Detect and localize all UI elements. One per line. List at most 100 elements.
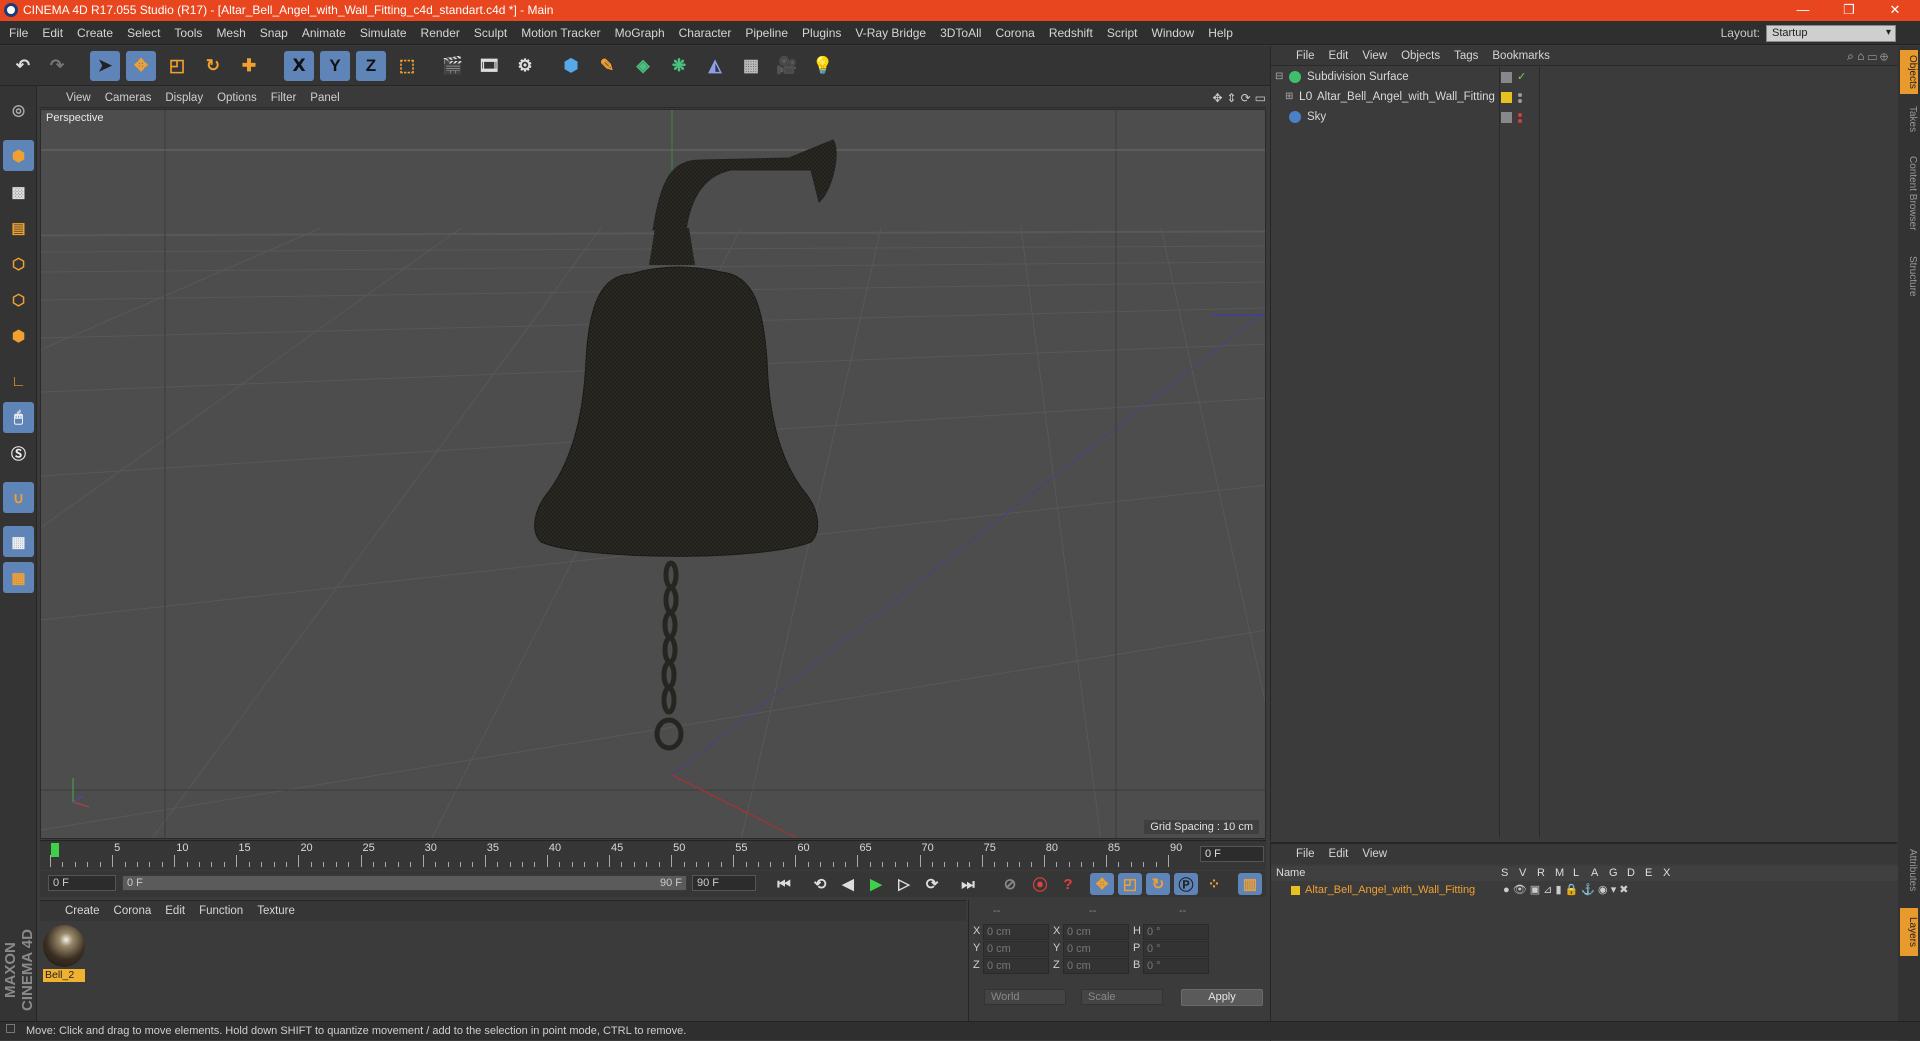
make-editable-icon[interactable]: ◎: [3, 94, 34, 125]
material-menu-texture[interactable]: Texture: [250, 901, 302, 921]
keyframe-selection-icon[interactable]: ?: [1056, 873, 1080, 895]
search-icon[interactable]: ⌕ ⌂ ▭ ⊕: [1847, 49, 1888, 64]
object-menu-objects[interactable]: Objects: [1394, 46, 1447, 66]
floor-scene-icon[interactable]: ▦: [736, 51, 766, 81]
object-menu-tags[interactable]: Tags: [1447, 46, 1485, 66]
coordinate-value-field[interactable]: 0 °: [1143, 958, 1209, 974]
start-frame-field[interactable]: 0 F: [48, 875, 116, 891]
polygons-mode-icon[interactable]: ⬢: [3, 320, 34, 351]
layer-column-a[interactable]: A: [1591, 867, 1598, 879]
autokey-icon[interactable]: ⦿: [1028, 873, 1052, 895]
workplane-rotate-icon[interactable]: ▦: [3, 562, 34, 593]
material-menu-function[interactable]: Function: [192, 901, 250, 921]
coordinate-value-field[interactable]: 0 cm: [983, 941, 1049, 957]
tab-objects[interactable]: Objects: [1900, 50, 1918, 94]
layer-column-m[interactable]: M: [1555, 867, 1564, 879]
menu-plugins[interactable]: Plugins: [795, 21, 848, 45]
next-key-icon[interactable]: ⟳: [920, 873, 944, 895]
menu-edit[interactable]: Edit: [35, 21, 70, 45]
workplane-mode-icon[interactable]: ▤: [3, 212, 34, 243]
y-axis-lock-icon[interactable]: Y: [320, 51, 350, 81]
scale-tool-icon[interactable]: ◰: [162, 51, 192, 81]
texture-mode-icon[interactable]: ▩: [3, 176, 34, 207]
layer-column-x[interactable]: X: [1663, 867, 1670, 879]
key-rotation-icon[interactable]: ↻: [1146, 873, 1170, 895]
coordinate-value-field[interactable]: 0 cm: [1063, 958, 1129, 974]
object-row-altar-bell[interactable]: ⊞ L0 Altar_Bell_Angel_with_Wall_Fitting: [1271, 88, 1899, 107]
menu-script[interactable]: Script: [1100, 21, 1145, 45]
tab-content-browser[interactable]: Content Browser: [1900, 144, 1918, 242]
material-menu-create[interactable]: Create: [58, 901, 107, 921]
viewport-menu-filter[interactable]: Filter: [264, 88, 304, 108]
workplane-lock-icon[interactable]: ▦: [3, 526, 34, 557]
layer-color-swatch[interactable]: [1291, 886, 1300, 895]
layer-column-e[interactable]: E: [1645, 867, 1652, 879]
layer-row[interactable]: Altar_Bell_Angel_with_Wall_Fitting ● 👁 ▣…: [1271, 883, 1898, 899]
axis-mode-icon[interactable]: ∟: [3, 366, 34, 397]
coordinate-value-field[interactable]: 0 °: [1143, 941, 1209, 957]
viewport-menu-cameras[interactable]: Cameras: [98, 88, 159, 108]
menu-corona[interactable]: Corona: [988, 21, 1041, 45]
key-position-icon[interactable]: ✥: [1090, 873, 1114, 895]
menu-snap[interactable]: Snap: [253, 21, 295, 45]
play-icon[interactable]: ▶: [864, 873, 888, 895]
tab-takes[interactable]: Takes: [1900, 100, 1918, 138]
rotate-view-icon[interactable]: ⟳: [1241, 91, 1251, 105]
menu-tools[interactable]: Tools: [167, 21, 209, 45]
material-menu-edit[interactable]: Edit: [158, 901, 192, 921]
move-tool-icon[interactable]: ✥: [126, 51, 156, 81]
menu-select[interactable]: Select: [120, 21, 167, 45]
coordinate-value-field[interactable]: 0 °: [1143, 924, 1209, 940]
coordinate-space-dropdown[interactable]: World: [984, 989, 1066, 1005]
next-frame-icon[interactable]: ▷: [892, 873, 916, 895]
menu-mesh[interactable]: Mesh: [209, 21, 252, 45]
layer-menu-edit[interactable]: Edit: [1322, 844, 1356, 864]
render-to-picture-viewer-icon[interactable]: 🎞: [474, 51, 504, 81]
toggle-view-icon[interactable]: ▭: [1255, 91, 1266, 105]
menu-file[interactable]: File: [2, 21, 35, 45]
layer-menu-view[interactable]: View: [1355, 844, 1394, 864]
undo-icon[interactable]: ↶: [8, 51, 38, 81]
current-frame-field[interactable]: 0 F: [1200, 846, 1264, 862]
menu-simulate[interactable]: Simulate: [353, 21, 414, 45]
maximize-button[interactable]: ❐: [1826, 0, 1872, 21]
layer-column-s[interactable]: S: [1501, 867, 1508, 879]
layer-column-r[interactable]: R: [1537, 867, 1545, 879]
tweak-mode-icon[interactable]: 🖱: [3, 402, 34, 433]
camera-icon[interactable]: 🎥: [772, 51, 802, 81]
close-button[interactable]: ✕: [1872, 0, 1918, 21]
previous-key-icon[interactable]: ⟲: [808, 873, 832, 895]
key-scale-icon[interactable]: ◰: [1118, 873, 1142, 895]
coordinate-value-field[interactable]: 0 cm: [1063, 924, 1129, 940]
mograph-cloner-icon[interactable]: ❋: [664, 51, 694, 81]
tab-structure[interactable]: Structure: [1900, 246, 1918, 306]
viewport-menu-panel[interactable]: Panel: [303, 88, 346, 108]
end-frame-field[interactable]: 90 F: [692, 875, 756, 891]
expand-icon[interactable]: ⊟: [1275, 71, 1283, 82]
material-name-label[interactable]: Bell_2: [43, 969, 85, 982]
layer-column-g[interactable]: G: [1609, 867, 1618, 879]
key-pla-icon[interactable]: ⁘: [1202, 873, 1226, 895]
edges-mode-icon[interactable]: ⬡: [3, 284, 34, 315]
viewport-menu-display[interactable]: Display: [158, 88, 210, 108]
menu-character[interactable]: Character: [672, 21, 739, 45]
menu-redshift[interactable]: Redshift: [1042, 21, 1100, 45]
render-view-icon[interactable]: 🎬: [438, 51, 468, 81]
editor-visibility-tag[interactable]: [1501, 72, 1512, 83]
expand-icon[interactable]: ⊞: [1285, 91, 1293, 102]
object-menu-bookmarks[interactable]: Bookmarks: [1485, 46, 1557, 66]
object-menu-view[interactable]: View: [1355, 46, 1394, 66]
menu-sculpt[interactable]: Sculpt: [467, 21, 514, 45]
select-arrow-icon[interactable]: ➤: [90, 51, 120, 81]
timeline-ruler[interactable]: 051015202530354045505560657075808590 0 F: [40, 840, 1266, 870]
tab-layers[interactable]: Layers: [1900, 908, 1918, 956]
layer-menu-file[interactable]: File: [1289, 844, 1322, 864]
layer-column-v[interactable]: V: [1519, 867, 1526, 879]
deformer-icon[interactable]: ◭: [700, 51, 730, 81]
snapping-magnet-icon[interactable]: ∪: [3, 482, 34, 513]
live-select-move-icon[interactable]: ✚: [234, 51, 264, 81]
menu-mograph[interactable]: MoGraph: [608, 21, 672, 45]
layout-dropdown[interactable]: Startup: [1766, 24, 1896, 42]
menu-animate[interactable]: Animate: [295, 21, 353, 45]
material-menu-corona[interactable]: Corona: [107, 901, 159, 921]
